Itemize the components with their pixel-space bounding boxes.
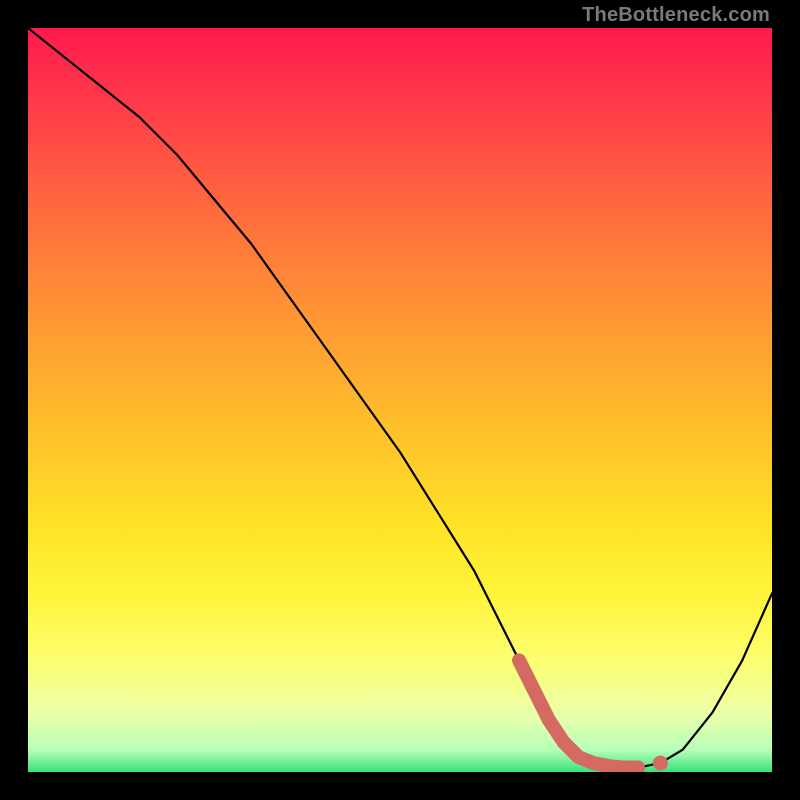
bottleneck-curve [28, 28, 772, 768]
optimal-zone-end-dot [653, 756, 668, 771]
optimal-zone-highlight [519, 660, 638, 767]
chart-container: TheBottleneck.com [0, 0, 800, 800]
watermark-text: TheBottleneck.com [582, 4, 770, 27]
chart-svg [28, 28, 772, 772]
plot-area [28, 28, 772, 772]
